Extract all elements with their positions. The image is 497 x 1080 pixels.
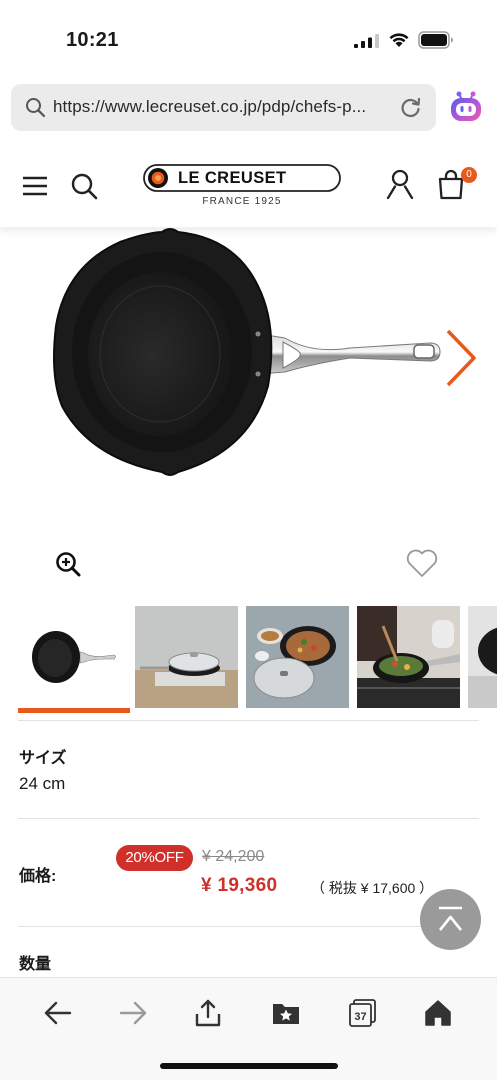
product-image-pan[interactable] (50, 226, 450, 491)
forward-arrow-icon[interactable] (118, 998, 148, 1028)
search-icon[interactable] (70, 172, 98, 200)
bookmarks-folder-icon[interactable] (271, 998, 301, 1028)
scroll-to-top-button[interactable] (420, 889, 481, 950)
size-value: 24 cm (19, 774, 66, 793)
divider (18, 926, 479, 927)
size-label: サイズ (19, 750, 67, 767)
divider (18, 818, 479, 819)
wifi-icon (389, 33, 409, 47)
brand-name: LE CREUSET (178, 169, 287, 187)
quantity-label: 数量 (19, 956, 52, 973)
reload-icon[interactable] (399, 96, 422, 119)
brand-subtitle: FRANCE 1925 (202, 196, 282, 207)
favorite-heart-icon[interactable] (405, 547, 439, 579)
home-icon[interactable] (423, 998, 453, 1028)
signal-icon (354, 34, 379, 48)
thumbnail-pan-top-view[interactable] (18, 606, 121, 708)
cart-count-badge: 0 (461, 167, 477, 183)
url-text[interactable]: https://www.lecreuset.co.jp/pdp/chefs-p.… (53, 97, 366, 117)
thumbnail-strip (18, 606, 497, 714)
home-indicator (160, 1063, 338, 1069)
thumbnail-pan-partial[interactable] (468, 606, 497, 708)
search-icon (26, 98, 46, 118)
tax-excluded-price: （ 税抜 ¥ 17,600 ） (311, 880, 434, 896)
account-icon[interactable] (386, 169, 414, 199)
zoom-in-icon[interactable] (55, 551, 81, 577)
status-time: 10:21 (66, 29, 119, 51)
back-arrow-icon[interactable] (43, 998, 73, 1028)
next-image-arrow-icon[interactable] (444, 328, 478, 388)
discount-badge: 20%OFF (116, 845, 193, 871)
sale-price: ¥ 19,360 (201, 875, 278, 896)
assistant-icon[interactable] (448, 88, 484, 124)
url-bar[interactable]: https://www.lecreuset.co.jp/pdp/chefs-p.… (11, 84, 436, 131)
status-bar: 10:21 (0, 0, 497, 70)
tabs-count: 37 (354, 1011, 367, 1023)
divider (18, 720, 479, 721)
arrow-up-icon (438, 906, 463, 931)
thumbnail-active-indicator (18, 708, 130, 713)
site-header: LE CREUSET FRANCE 1925 0 (0, 145, 497, 227)
price-label: 価格: (19, 868, 57, 885)
original-price: ¥ 24,200 (202, 848, 265, 865)
thumbnail-pan-with-lid-on-table[interactable] (135, 606, 238, 708)
battery-icon (418, 31, 453, 49)
share-icon[interactable] (193, 998, 223, 1028)
thumbnail-pan-with-food-and-dishes[interactable] (246, 606, 349, 708)
thumbnail-cooking-on-stove[interactable] (357, 606, 460, 708)
menu-icon[interactable] (22, 175, 48, 197)
